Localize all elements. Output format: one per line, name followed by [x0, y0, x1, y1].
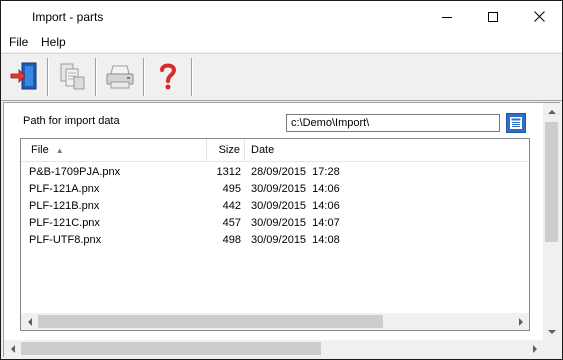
help-question-icon	[160, 63, 177, 90]
scroll-down-icon[interactable]	[543, 323, 560, 340]
copy-files-icon	[60, 63, 85, 90]
import-panel: Path for import data File ▲ Size Date	[3, 102, 560, 357]
file-name: P&B-1709PJA.pnx	[29, 166, 121, 178]
minimize-icon	[442, 16, 452, 18]
scroll-right-icon[interactable]	[512, 313, 529, 330]
import-button[interactable]	[6, 58, 42, 94]
copy-button[interactable]	[54, 58, 90, 94]
scrollbar-corner	[543, 340, 560, 357]
file-name: PLF-121C.pnx	[29, 217, 100, 229]
menu-bar: File Help	[1, 32, 562, 52]
file-size: 498	[222, 234, 241, 246]
file-list-header: File ▲ Size Date	[21, 139, 529, 162]
import-window: Import - parts File Help Path for import…	[0, 0, 563, 360]
sort-ascending-icon: ▲	[55, 146, 64, 155]
toolbar-separator	[143, 58, 145, 96]
file-date: 28/09/2015 17:28	[251, 166, 340, 178]
import-door-icon	[10, 62, 37, 90]
scroll-thumb[interactable]	[545, 122, 558, 242]
toolbar-separator	[47, 58, 49, 96]
scroll-up-icon[interactable]	[543, 103, 560, 120]
file-date: 30/09/2015 14:06	[251, 183, 340, 195]
file-list-horizontal-scrollbar[interactable]	[21, 313, 529, 330]
help-button[interactable]	[150, 58, 186, 94]
scroll-thumb[interactable]	[21, 342, 321, 355]
menu-help[interactable]: Help	[41, 35, 66, 49]
scroll-left-icon[interactable]	[4, 340, 21, 357]
maximize-icon	[488, 11, 498, 22]
column-header-file-label: File	[31, 144, 49, 156]
file-size: 495	[222, 183, 241, 195]
file-size: 1312	[216, 166, 241, 178]
file-row[interactable]: PLF-121B.pnx 442 30/09/2015 14:06	[21, 198, 529, 215]
printer-icon	[106, 65, 134, 89]
browse-list-icon	[510, 117, 522, 129]
path-input[interactable]	[286, 114, 500, 132]
minimize-button[interactable]	[424, 1, 470, 32]
print-button[interactable]	[102, 58, 138, 94]
file-row[interactable]: P&B-1709PJA.pnx 1312 28/09/2015 17:28	[21, 164, 529, 181]
title-bar: Import - parts	[1, 1, 562, 32]
window-title: Import - parts	[32, 10, 104, 24]
panel-vertical-scrollbar[interactable]	[543, 103, 560, 340]
file-row[interactable]: PLF-UTF8.pnx 498 30/09/2015 14:08	[21, 232, 529, 249]
file-size: 442	[222, 200, 241, 212]
close-icon	[533, 11, 545, 22]
column-header-date[interactable]: Date	[245, 139, 529, 161]
file-row[interactable]: PLF-121A.pnx 495 30/09/2015 14:06	[21, 181, 529, 198]
scroll-left-icon[interactable]	[21, 313, 38, 330]
file-name: PLF-121B.pnx	[29, 200, 100, 212]
file-date: 30/09/2015 14:07	[251, 217, 340, 229]
maximize-button[interactable]	[470, 1, 516, 32]
scroll-thumb[interactable]	[38, 315, 383, 328]
file-list: File ▲ Size Date P&B-1709PJA.pnx 1312 28…	[20, 138, 530, 331]
file-name: PLF-UTF8.pnx	[29, 234, 102, 246]
toolbar-separator	[191, 58, 193, 96]
menu-file[interactable]: File	[9, 35, 28, 49]
scroll-right-icon[interactable]	[526, 340, 543, 357]
toolbar	[1, 53, 562, 101]
file-date: 30/09/2015 14:08	[251, 234, 340, 246]
panel-horizontal-scrollbar[interactable]	[4, 340, 543, 357]
file-name: PLF-121A.pnx	[29, 183, 100, 195]
file-size: 457	[222, 217, 241, 229]
file-date: 30/09/2015 14:06	[251, 200, 340, 212]
file-row[interactable]: PLF-121C.pnx 457 30/09/2015 14:07	[21, 215, 529, 232]
browse-folder-button[interactable]	[506, 113, 526, 133]
column-header-file[interactable]: File ▲	[21, 139, 207, 161]
close-button[interactable]	[516, 1, 562, 32]
toolbar-separator	[95, 58, 97, 96]
path-label: Path for import data	[23, 115, 120, 127]
column-header-size[interactable]: Size	[207, 139, 245, 161]
